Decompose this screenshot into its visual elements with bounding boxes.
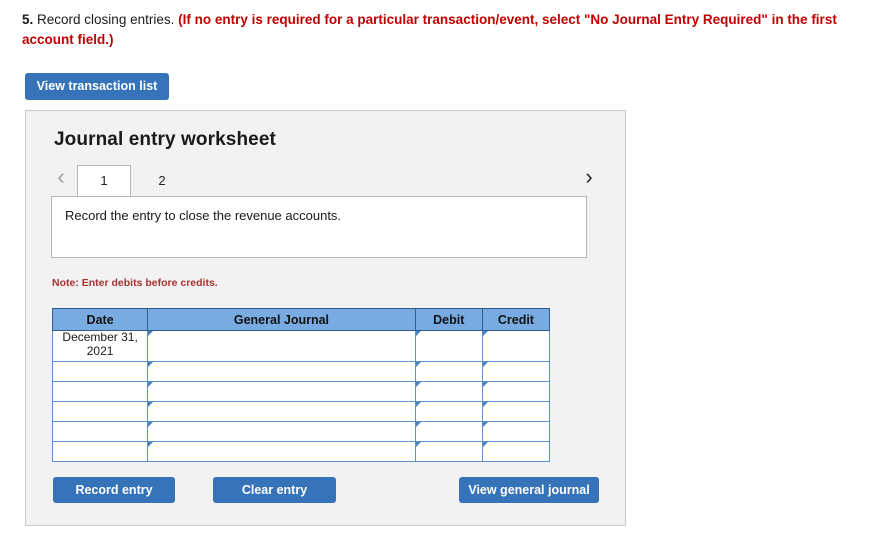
cell-date[interactable] xyxy=(51,421,149,442)
cell-date[interactable] xyxy=(51,441,149,462)
cell-debit[interactable] xyxy=(414,381,483,402)
cell-date[interactable] xyxy=(51,401,149,422)
cell-credit[interactable] xyxy=(481,421,551,442)
column-header-debit: Debit xyxy=(414,308,483,331)
journal-entry-worksheet-panel: Journal entry worksheet ‹ 1 2 › Record t… xyxy=(25,110,626,526)
table-row: December 31, 2021 xyxy=(51,330,551,362)
instruction-box: Record the entry to close the revenue ac… xyxy=(51,196,587,258)
question-number: 5. xyxy=(22,12,34,27)
record-entry-button[interactable]: Record entry xyxy=(53,477,175,503)
cell-credit[interactable] xyxy=(481,330,551,362)
question-prompt: 5. Record closing entries. (If no entry … xyxy=(22,10,862,49)
table-row xyxy=(51,401,551,422)
worksheet-title: Journal entry worksheet xyxy=(54,129,276,150)
cell-dropdown-marker-icon xyxy=(482,442,488,447)
cell-dropdown-marker-icon xyxy=(415,382,421,387)
cell-debit[interactable] xyxy=(414,361,483,382)
cell-date[interactable] xyxy=(51,361,149,382)
column-header-date: Date xyxy=(51,308,149,331)
instruction-text: Record the entry to close the revenue ac… xyxy=(65,208,342,223)
table-row xyxy=(51,381,551,402)
table-row xyxy=(51,361,551,382)
cell-credit[interactable] xyxy=(481,361,551,382)
cell-dropdown-marker-icon xyxy=(148,382,154,387)
journal-entry-table: Date General Journal Debit Credit Decemb… xyxy=(51,308,551,462)
tab-next-icon[interactable]: › xyxy=(578,163,600,191)
cell-debit[interactable] xyxy=(414,421,483,442)
cell-dropdown-marker-icon xyxy=(148,362,154,367)
cell-dropdown-marker-icon xyxy=(148,331,154,336)
cell-debit[interactable] xyxy=(414,401,483,422)
cell-credit[interactable] xyxy=(481,401,551,422)
cell-general-journal[interactable] xyxy=(147,330,416,362)
cell-date[interactable]: December 31, 2021 xyxy=(51,330,149,362)
table-row xyxy=(51,421,551,442)
cell-dropdown-marker-icon xyxy=(482,382,488,387)
cell-general-journal[interactable] xyxy=(147,381,416,402)
tab-entry-1[interactable]: 1 xyxy=(77,165,131,196)
cell-dropdown-marker-icon xyxy=(482,331,488,336)
cell-date[interactable] xyxy=(51,381,149,402)
cell-general-journal[interactable] xyxy=(147,401,416,422)
cell-dropdown-marker-icon xyxy=(482,402,488,407)
cell-dropdown-marker-icon xyxy=(415,362,421,367)
cell-general-journal[interactable] xyxy=(147,361,416,382)
clear-entry-button[interactable]: Clear entry xyxy=(213,477,336,503)
debits-before-credits-note: Note: Enter debits before credits. xyxy=(52,277,218,289)
question-text: Record closing entries. xyxy=(37,12,175,27)
cell-dropdown-marker-icon xyxy=(415,402,421,407)
cell-debit[interactable] xyxy=(414,441,483,462)
table-row xyxy=(51,441,551,462)
tab-previous-icon[interactable]: ‹ xyxy=(50,163,72,191)
cell-dropdown-marker-icon xyxy=(482,422,488,427)
cell-dropdown-marker-icon xyxy=(415,442,421,447)
cell-dropdown-marker-icon xyxy=(148,442,154,447)
cell-credit[interactable] xyxy=(481,441,551,462)
tab-entry-2[interactable]: 2 xyxy=(138,165,186,196)
column-header-credit: Credit xyxy=(481,308,551,331)
cell-dropdown-marker-icon xyxy=(415,422,421,427)
view-transaction-list-button[interactable]: View transaction list xyxy=(25,73,169,100)
column-header-general-journal: General Journal xyxy=(147,308,416,331)
cell-credit[interactable] xyxy=(481,381,551,402)
cell-dropdown-marker-icon xyxy=(148,422,154,427)
cell-dropdown-marker-icon xyxy=(415,331,421,336)
table-header-row: Date General Journal Debit Credit xyxy=(51,308,551,331)
cell-dropdown-marker-icon xyxy=(482,362,488,367)
worksheet-tab-strip: ‹ 1 2 › xyxy=(26,159,627,196)
view-general-journal-button[interactable]: View general journal xyxy=(459,477,599,503)
cell-debit[interactable] xyxy=(414,330,483,362)
cell-general-journal[interactable] xyxy=(147,441,416,462)
cell-general-journal[interactable] xyxy=(147,421,416,442)
cell-dropdown-marker-icon xyxy=(148,402,154,407)
